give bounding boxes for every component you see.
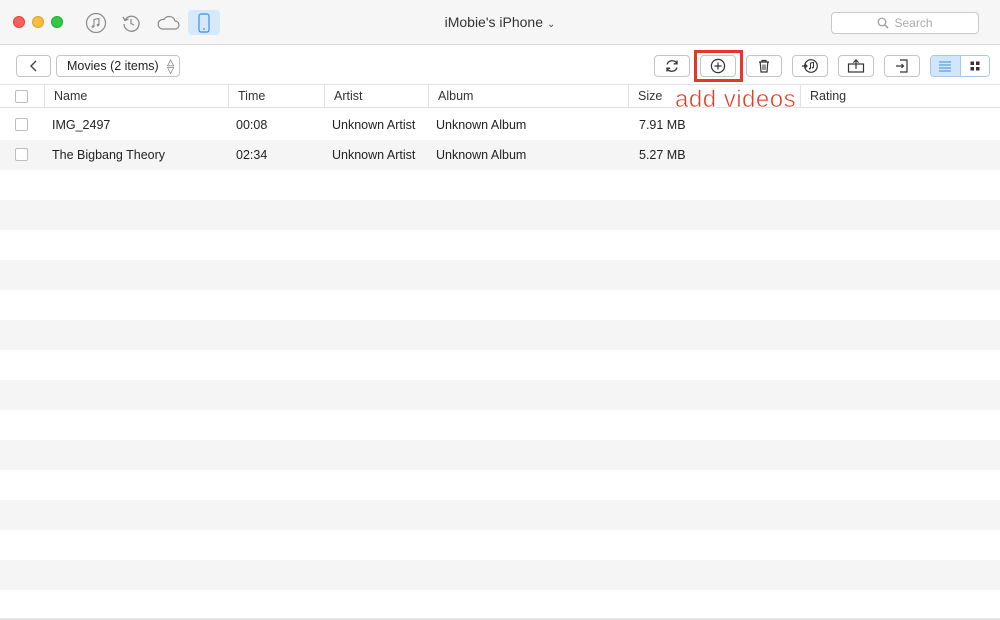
table-row[interactable]: IMG_2497 00:08 Unknown Artist Unknown Al… — [0, 110, 1000, 140]
list-view-icon — [939, 61, 952, 72]
grid-view-icon — [970, 61, 980, 71]
empty-rows-area — [0, 170, 1000, 620]
title-bar: iMobie's iPhone ⌄ Search — [0, 0, 1000, 45]
empty-row — [0, 470, 1000, 500]
column-header-name[interactable]: Name — [44, 85, 228, 108]
cell-time: 00:08 — [236, 118, 268, 132]
search-icon — [878, 17, 889, 29]
refresh-button[interactable] — [654, 55, 690, 77]
empty-row — [0, 440, 1000, 470]
category-dropdown-label: Movies (2 items) — [67, 59, 159, 73]
cell-artist: Unknown Artist — [332, 148, 416, 162]
column-header-rating[interactable]: Rating — [800, 85, 1000, 108]
send-to-device-button[interactable] — [838, 55, 874, 77]
empty-row — [0, 320, 1000, 350]
add-button-highlight-box — [694, 50, 743, 82]
empty-row — [0, 500, 1000, 530]
column-header-artist[interactable]: Artist — [324, 85, 428, 108]
send-to-itunes-icon — [802, 59, 818, 73]
row-checkbox[interactable] — [15, 148, 28, 161]
grid-view-button[interactable] — [960, 56, 989, 76]
cell-album: Unknown Album — [436, 118, 527, 132]
table-row[interactable]: The Bigbang Theory 02:34 Unknown Artist … — [0, 140, 1000, 170]
delete-button[interactable] — [746, 55, 782, 77]
cell-name: The Bigbang Theory — [52, 148, 166, 162]
send-to-computer-button[interactable] — [884, 55, 920, 77]
cell-size: 5.27 MB — [639, 148, 686, 162]
table-header: Name Time Artist Album Size Rating — [0, 85, 1000, 108]
empty-row — [0, 230, 1000, 260]
add-videos-annotation: add videos — [675, 86, 797, 114]
updown-chevron-icon: △ ▽ — [167, 57, 174, 75]
list-view-button[interactable] — [931, 56, 961, 76]
select-all-checkbox[interactable] — [15, 90, 28, 103]
cell-size: 7.91 MB — [639, 118, 686, 132]
toolbar: Movies (2 items) △ ▽ — [0, 45, 1000, 85]
column-header-album[interactable]: Album — [428, 85, 628, 108]
row-checkbox[interactable] — [15, 118, 28, 131]
empty-row — [0, 170, 1000, 200]
chevron-left-icon — [29, 60, 36, 72]
movies-table: Name Time Artist Album Size Rating IMG_2… — [0, 85, 1000, 620]
cell-artist: Unknown Artist — [332, 118, 416, 132]
back-button[interactable] — [16, 55, 51, 77]
column-header-time[interactable]: Time — [228, 85, 324, 108]
trash-icon — [759, 59, 769, 73]
view-mode-toggle — [930, 55, 990, 77]
empty-row — [0, 260, 1000, 290]
send-to-device-icon — [847, 59, 865, 73]
empty-row — [0, 560, 1000, 590]
send-to-itunes-button[interactable] — [792, 55, 828, 77]
send-to-computer-icon — [896, 59, 908, 73]
cell-name: IMG_2497 — [52, 118, 111, 132]
empty-row — [0, 200, 1000, 230]
refresh-icon — [666, 60, 678, 72]
empty-row — [0, 290, 1000, 320]
empty-row — [0, 380, 1000, 410]
search-placeholder: Search — [894, 16, 933, 30]
cell-time: 02:34 — [236, 148, 268, 162]
cell-album: Unknown Album — [436, 148, 527, 162]
device-title-label: iMobie's iPhone — [444, 14, 543, 30]
empty-row — [0, 350, 1000, 380]
category-dropdown[interactable]: Movies (2 items) △ ▽ — [56, 55, 180, 77]
empty-row — [0, 590, 1000, 620]
search-input[interactable]: Search — [831, 12, 979, 34]
chevron-down-icon: ⌄ — [547, 19, 556, 30]
empty-row — [0, 410, 1000, 440]
empty-row — [0, 530, 1000, 560]
